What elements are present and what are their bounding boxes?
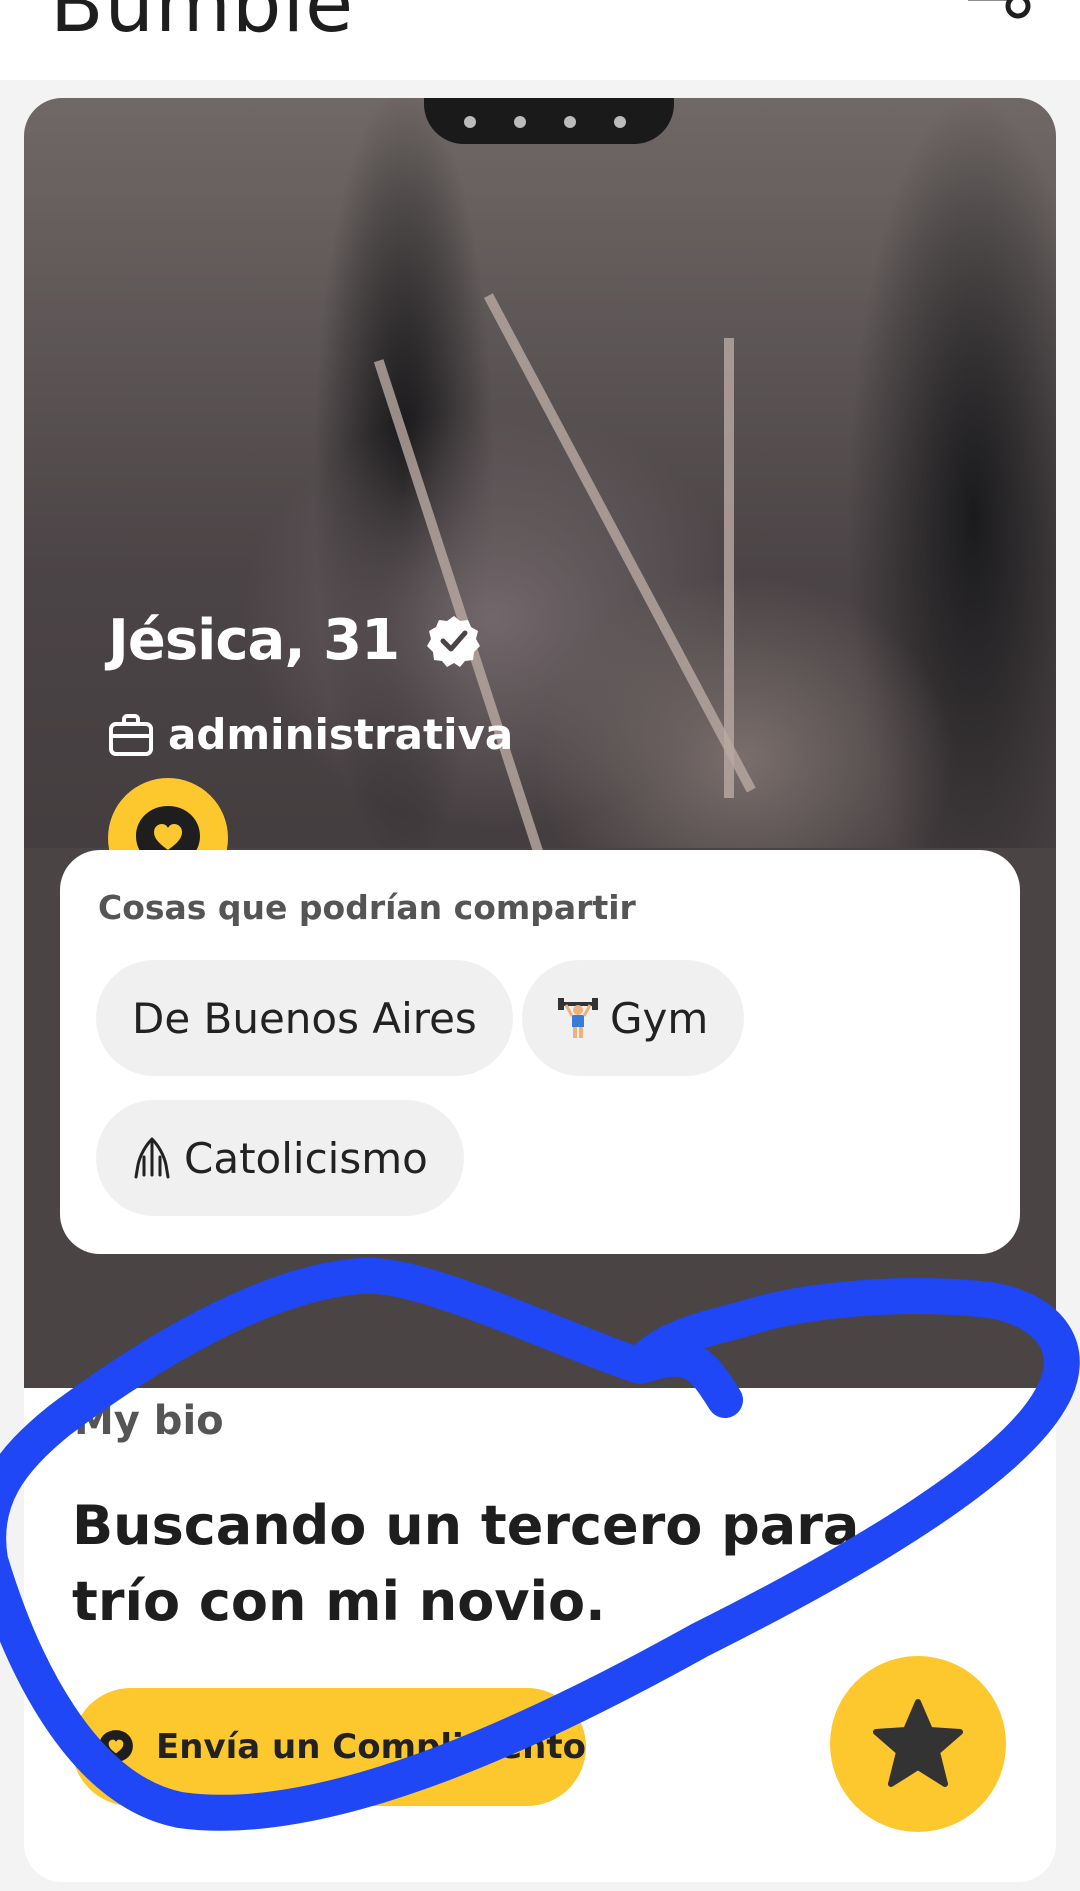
chip-gym: Gym (522, 960, 745, 1076)
star-icon (873, 1699, 963, 1787)
chip-label: De Buenos Aires (132, 993, 477, 1043)
job-row: administrativa (108, 710, 513, 759)
chip-label: Catolicismo (184, 1133, 428, 1183)
shared-interests-title: Cosas que podrían compartir (98, 888, 636, 927)
collar (424, 98, 674, 144)
profile-name-age: Jésica, 31 (108, 608, 400, 673)
top-bar: Bumble (0, 0, 1080, 80)
profile-card[interactable]: Jésica, 31 administrativa Cosas que podr… (24, 98, 1056, 1882)
job-title: administrativa (168, 710, 514, 759)
verified-badge-icon (427, 615, 481, 667)
app-logo: Bumble (50, 0, 355, 50)
chip-label: Gym (610, 993, 709, 1043)
send-compliment-button[interactable]: Envía un Complimento (72, 1688, 586, 1806)
send-compliment-label: Envía un Complimento (156, 1727, 586, 1767)
superswipe-button[interactable] (830, 1656, 1006, 1832)
praying-hands-icon (132, 1135, 172, 1181)
name-row: Jésica, 31 (108, 608, 481, 673)
weightlifter-icon (558, 996, 598, 1040)
briefcase-icon (109, 713, 153, 756)
chat-heart-icon (99, 1730, 133, 1764)
chip-location: De Buenos Aires (96, 960, 513, 1076)
shared-interests-panel: Cosas que podrían compartir De Buenos Ai… (60, 850, 1020, 1254)
filter-icon[interactable] (968, 0, 1032, 22)
bio-text: Buscando un tercero para trío con mi nov… (72, 1494, 860, 1633)
bio-label: My bio (74, 1398, 224, 1444)
chip-religion: Catolicismo (96, 1100, 464, 1216)
